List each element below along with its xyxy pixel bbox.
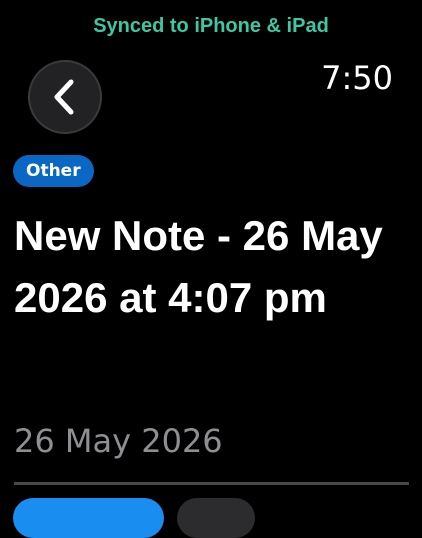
primary-action-button[interactable] <box>13 498 164 538</box>
clock: 7:50 <box>321 59 393 97</box>
category-badge[interactable]: Other <box>13 155 94 187</box>
chevron-left-icon <box>54 79 74 115</box>
sync-status-banner: Synced to iPhone & iPad <box>93 15 329 37</box>
note-date: 26 May 2026 <box>14 422 223 460</box>
note-title: New Note - 26 May 2026 at 4:07 pm <box>14 212 383 321</box>
divider <box>14 482 409 485</box>
back-button[interactable] <box>28 60 102 134</box>
secondary-action-button[interactable] <box>177 498 255 538</box>
